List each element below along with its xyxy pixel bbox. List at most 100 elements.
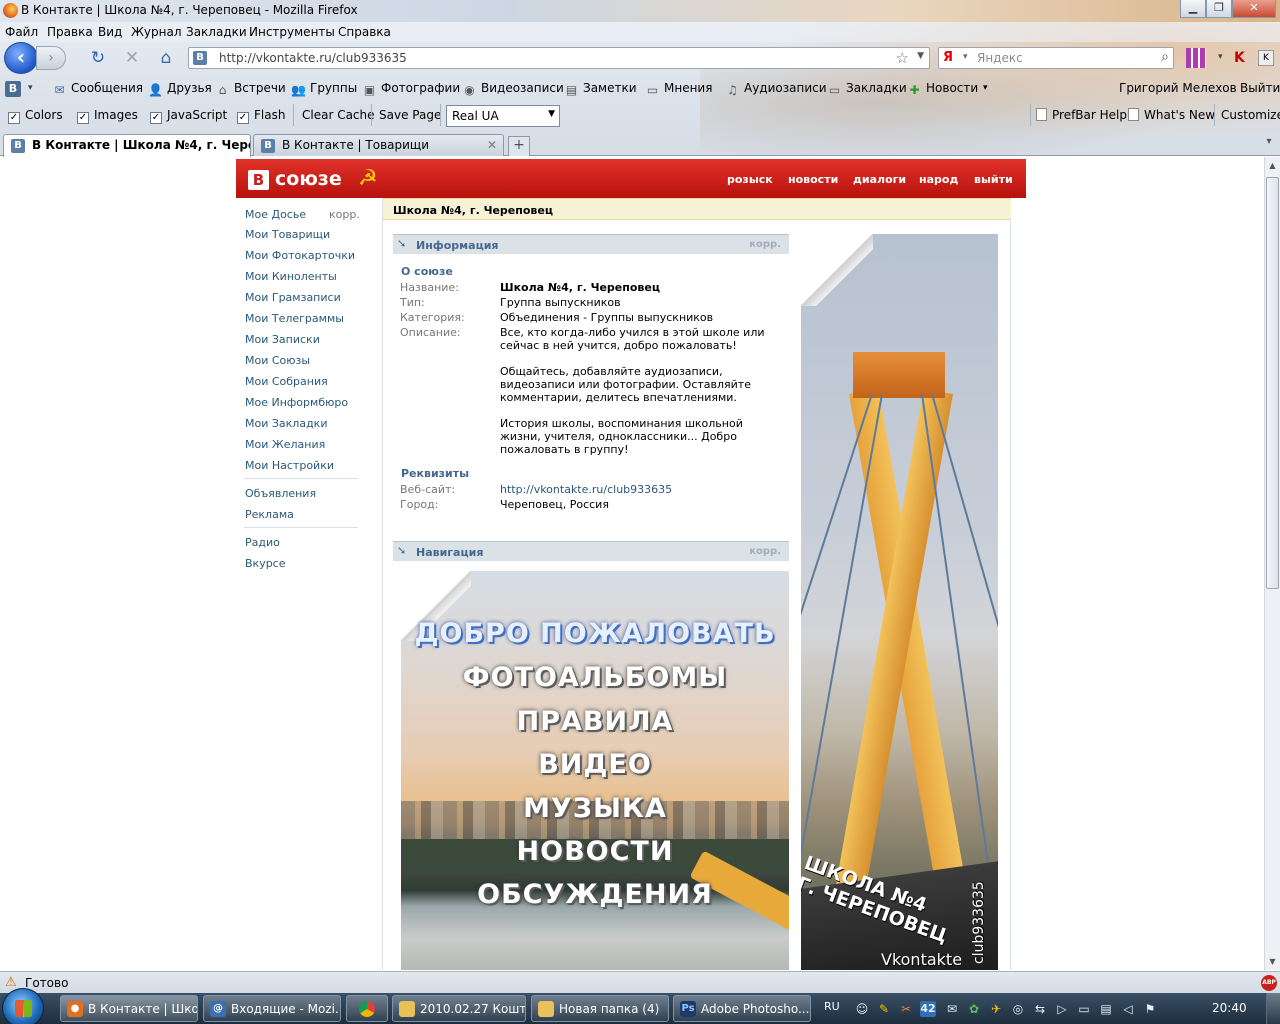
nav-people[interactable]: народ <box>919 173 958 186</box>
website-link[interactable]: http://vkontakte.ru/club933635 <box>500 483 780 496</box>
show-desktop-button[interactable] <box>1266 993 1280 1024</box>
url-text[interactable]: http://vkontakte.ru/club933635 <box>219 51 407 65</box>
save-page-button[interactable]: Save Page <box>379 108 441 122</box>
close-window-button[interactable]: ✕ <box>1232 0 1276 18</box>
tray-volume-icon[interactable]: ◁ <box>1120 1001 1136 1017</box>
toolbar-bookmarks[interactable]: ▭ Закладки <box>827 81 907 97</box>
info-edit-link[interactable]: корр. <box>749 239 781 250</box>
toolbar-notes[interactable]: ▤ Заметки <box>564 81 637 97</box>
toolbar-news-dropdown-icon[interactable]: ▾ <box>983 83 988 93</box>
menu-help[interactable]: Справка <box>338 25 391 39</box>
colors-checkbox[interactable]: ✓ Colors <box>8 108 63 124</box>
taskbar-folder-koshta[interactable]: 2010.02.27 Кошта <box>392 995 526 1022</box>
sidebar-item-bookmarks[interactable]: Мои Закладки <box>245 417 327 430</box>
site-logo[interactable]: Bсоюзе <box>248 168 342 190</box>
sidebar-item-vkurse[interactable]: Вкурсе <box>245 557 286 570</box>
user-agent-select[interactable]: Real UA ▼ <box>446 105 560 127</box>
new-tab-button[interactable]: + <box>508 136 530 156</box>
customize-button[interactable]: Customize <box>1221 108 1280 122</box>
tab-school[interactable]: B В Контакте | Школа №4, г. Чере... <box>3 134 251 157</box>
addon-grid-icon[interactable] <box>1186 48 1206 68</box>
javascript-checkbox[interactable]: ✓ JavaScript <box>150 108 227 124</box>
addon-dropdown-icon[interactable]: ▾ <box>1218 52 1223 62</box>
sidebar-item-notes[interactable]: Мои Записки <box>245 333 320 346</box>
nav-link-discussions[interactable]: ОБСУЖДЕНИЯ <box>401 879 789 910</box>
sidebar-item-news[interactable]: Мое Информбюро <box>245 396 348 409</box>
window-titlebar[interactable]: В Контакте | Школа №4, г. Череповец - Mo… <box>0 0 1280 22</box>
bookmark-star-icon[interactable]: ☆ <box>896 49 909 67</box>
sidebar-item-wishes[interactable]: Мои Желания <box>245 438 325 451</box>
sidebar-item-videos[interactable]: Мои Киноленты <box>245 270 337 283</box>
sidebar-item-groups[interactable]: Мои Союзы <box>245 354 310 367</box>
toolbar-opinions[interactable]: ▭ Мнения <box>645 81 713 97</box>
tray-badge-icon[interactable]: 42 <box>920 1001 936 1017</box>
flash-checkbox[interactable]: ✓ Flash <box>237 108 285 124</box>
scrollbar-thumb[interactable] <box>1266 177 1279 589</box>
sidebar-item-events[interactable]: Мои Собрания <box>245 375 328 388</box>
tab-list-icon[interactable]: ▾ <box>1258 136 1280 156</box>
clock[interactable]: 20:40 <box>1212 1001 1247 1015</box>
menu-bookmarks[interactable]: Закладки <box>186 25 247 39</box>
menu-file[interactable]: Файл <box>5 25 38 39</box>
url-bar[interactable]: B http://vkontakte.ru/club933635 ☆ ▼ <box>188 47 930 69</box>
tray-person-icon[interactable]: ☺ <box>854 1001 870 1017</box>
toolbar-audio[interactable]: ♫ Аудиозаписи <box>725 81 826 97</box>
maximize-button[interactable]: ❐ <box>1206 0 1232 18</box>
toolbar-videos[interactable]: ◉ Видеозаписи <box>462 81 564 97</box>
toolbar-photos[interactable]: ▣ Фотографии <box>362 81 460 97</box>
tray-arrows-icon[interactable]: ⇆ <box>1032 1001 1048 1017</box>
home-icon[interactable]: ⌂ <box>156 48 176 68</box>
tray-monitor-icon[interactable]: ▭ <box>1076 1001 1092 1017</box>
close-tab-icon[interactable]: ✕ <box>487 138 497 152</box>
sidebar-item-radio[interactable]: Радио <box>245 536 280 549</box>
nav-news[interactable]: новости <box>788 173 838 186</box>
tray-plane-icon[interactable]: ✈ <box>988 1001 1004 1017</box>
tray-clover-icon[interactable]: ✿ <box>966 1001 982 1017</box>
menu-edit[interactable]: Правка <box>47 25 93 39</box>
toolbar-news[interactable]: ✚ Новости <box>907 81 978 97</box>
tray-network-icon[interactable]: ▤ <box>1098 1001 1114 1017</box>
clear-cache-button[interactable]: Clear Cache <box>302 108 375 122</box>
sidebar-item-audio[interactable]: Мои Грамзаписи <box>245 291 341 304</box>
toolbar-groups[interactable]: 👥 Группы <box>291 81 357 97</box>
stop-icon[interactable]: ✕ <box>122 48 142 68</box>
toolbar-friends[interactable]: 👤 Друзья <box>148 81 212 97</box>
menu-history[interactable]: Журнал <box>131 25 182 39</box>
vertical-scrollbar[interactable]: ▲ ▼ <box>1264 157 1280 970</box>
taskbar-folder-new[interactable]: Новая папка (4) <box>531 995 669 1022</box>
tray-flag-icon[interactable]: ⚑ <box>1142 1001 1158 1017</box>
menu-view[interactable]: Вид <box>98 25 122 39</box>
menu-tools[interactable]: Инструменты <box>249 25 335 39</box>
taskbar-firefox-vk[interactable]: ● В Контакте | Шко... <box>60 995 198 1022</box>
scroll-up-icon[interactable]: ▲ <box>1265 157 1280 174</box>
images-checkbox[interactable]: ✓ Images <box>77 108 138 124</box>
k-addon-icon[interactable]: K <box>1258 50 1274 66</box>
adblock-icon[interactable]: ABP <box>1261 975 1277 991</box>
toolbar-events[interactable]: ⌂ Встречи <box>215 81 286 97</box>
nav-link-albums[interactable]: ФОТОАЛЬБОМЫ <box>401 662 789 693</box>
search-engine-dropdown-icon[interactable]: ▾ <box>963 52 968 62</box>
tray-mail-icon[interactable]: ✉ <box>944 1001 960 1017</box>
nav-link-news[interactable]: НОВОСТИ <box>401 836 789 867</box>
taskbar-thunderbird[interactable]: @ Входящие - Mozi... <box>203 995 341 1022</box>
search-bar[interactable]: Я ▾ Яндекс ⌕ <box>938 47 1174 69</box>
reload-icon[interactable]: ↻ <box>88 48 108 68</box>
search-icon[interactable]: ⌕ <box>1161 49 1169 65</box>
scroll-down-icon[interactable]: ▼ <box>1265 953 1280 970</box>
nav-section-header[interactable]: ➘ Навигация корр. <box>393 541 789 561</box>
nav-edit-link[interactable]: корр. <box>749 546 781 557</box>
minimize-button[interactable]: ▁ <box>1180 0 1206 18</box>
taskbar-photoshop[interactable]: Ps Adobe Photosho... <box>673 995 811 1022</box>
tray-play-icon[interactable]: ▷ <box>1054 1001 1070 1017</box>
sidebar-item-settings[interactable]: Мои Настройки <box>245 459 334 472</box>
sidebar-item-photos[interactable]: Мои Фотокарточки <box>245 249 355 262</box>
sidebar-edit-link[interactable]: корр. <box>329 208 360 221</box>
tray-shield-icon[interactable]: ◎ <box>1010 1001 1026 1017</box>
toolbar-username[interactable]: Григорий Мелехов <box>1119 81 1237 95</box>
info-section-header[interactable]: ➘ Информация корр. <box>393 234 789 254</box>
sidebar-item-friends[interactable]: Мои Товарищи <box>245 228 330 241</box>
nav-logout[interactable]: выйти <box>974 173 1013 186</box>
sidebar-item-profile[interactable]: Мое Досье <box>245 208 306 221</box>
nav-link-music[interactable]: МУЗЫКА <box>401 793 789 824</box>
tab-comrades[interactable]: B В Контакте | Товарищи ✕ <box>253 134 504 156</box>
